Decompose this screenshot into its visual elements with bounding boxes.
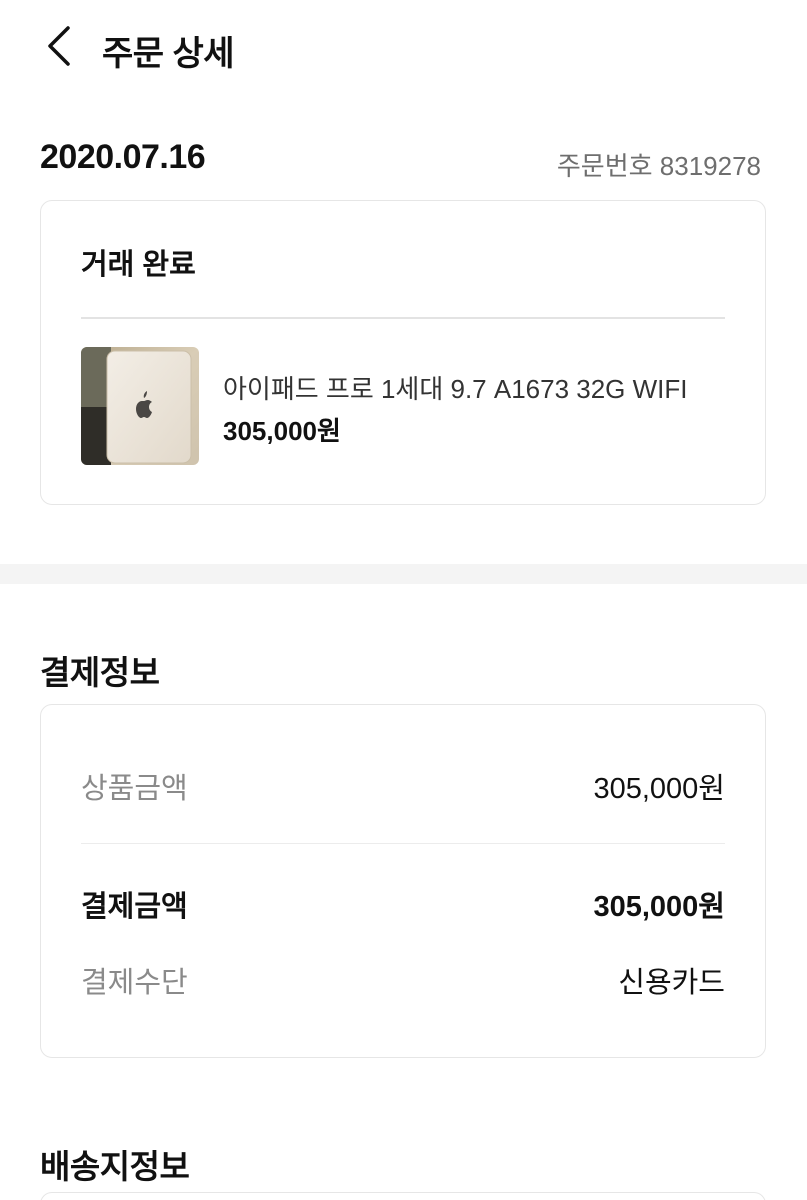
payment-info-card: 상품금액 305,000원 결제금액 305,000원 결제수단 신용카드: [40, 704, 766, 1058]
product-amount-label: 상품금액: [81, 773, 188, 805]
product-amount-value: 305,000원: [593, 773, 725, 805]
order-number: 주문번호 8319278: [556, 151, 761, 181]
section-separator: [0, 564, 807, 584]
payment-amount-row: 결제금액 305,000원: [81, 883, 725, 923]
page-title: 주문 상세: [102, 35, 235, 73]
product-thumbnail[interactable]: [81, 347, 199, 465]
order-date: 2020.07.16: [40, 138, 206, 176]
payment-method-label: 결제수단: [81, 967, 188, 999]
payment-method-value: 신용카드: [618, 967, 725, 999]
product-name[interactable]: 아이패드 프로 1세대 9.7 A1673 32G WIFI: [223, 369, 688, 406]
product-amount-row: 상품금액 305,000원: [81, 765, 725, 805]
payment-amount-value: 305,000원: [593, 891, 725, 923]
payment-section-title: 결제정보: [40, 654, 160, 691]
divider: [81, 843, 725, 844]
payment-amount-label: 결제금액: [81, 891, 188, 923]
order-status-label: 거래 완료: [81, 249, 196, 281]
order-detail-page: 주문 상세 2020.07.16 주문번호 8319278 거래 완료 아이패드…: [0, 0, 807, 1200]
divider: [81, 317, 725, 319]
shipping-section-title: 배송지정보: [40, 1148, 190, 1185]
shipping-info-card: [40, 1192, 766, 1200]
top-header: 주문 상세: [0, 0, 807, 100]
back-button[interactable]: [38, 22, 82, 70]
order-status-card: 거래 완료 아이패드 프로 1세대 9.7 A1673 32G WIFI 305…: [40, 200, 766, 505]
product-price: 305,000원: [223, 416, 341, 446]
payment-method-row: 결제수단 신용카드: [81, 959, 725, 999]
chevron-left-icon: [48, 26, 70, 66]
